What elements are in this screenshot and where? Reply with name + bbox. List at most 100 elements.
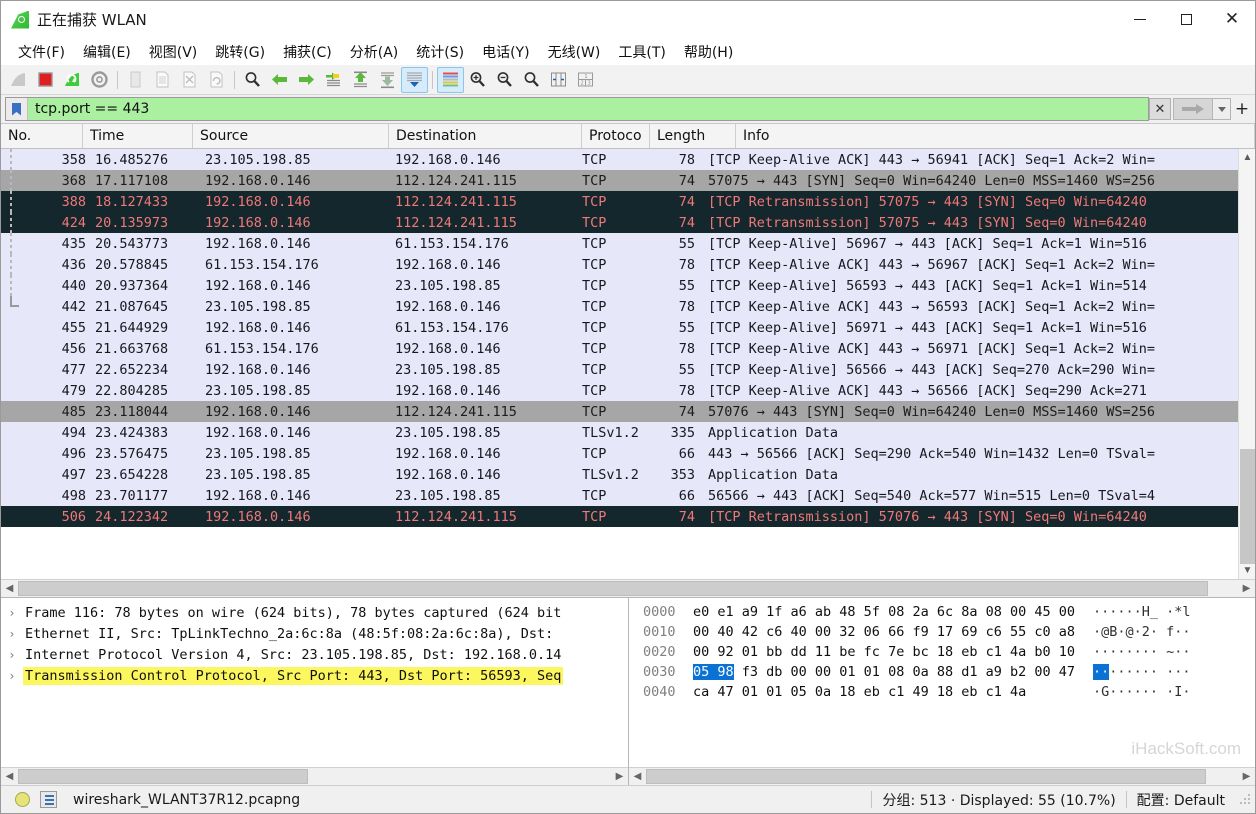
expander-chevron-icon[interactable]: › [1,648,23,662]
menu-go[interactable]: 跳转(G) [206,39,274,65]
colorize-packet-list-icon[interactable] [437,66,464,93]
expander-chevron-icon[interactable]: › [1,606,23,620]
add-filter-button[interactable]: + [1231,98,1253,120]
packet-list-vertical-scrollbar[interactable]: ▲ ▼ [1238,149,1255,579]
column-header-info[interactable]: Info [736,124,1255,148]
open-file-icon[interactable] [122,67,149,93]
menu-view[interactable]: 视图(V) [140,39,207,65]
horizontal-scroll-track[interactable] [18,580,1238,597]
packet-row[interactable]: 477 22.652234 192.168.0.146 23.105.198.85 TC… [1,359,1255,380]
close-file-icon[interactable] [176,67,203,93]
column-header-length[interactable]: Length [650,124,736,148]
menu-capture[interactable]: 捕获(C) [274,39,341,65]
clear-filter-button[interactable]: ✕ [1149,98,1171,120]
detail-scroll-left-arrow-icon[interactable]: ◀ [1,768,18,785]
menu-file[interactable]: 文件(F) [9,39,74,65]
packet-row[interactable]: 506 24.122342 192.168.0.146 112.124.241.115… [1,506,1255,527]
packet-row[interactable]: 358 16.485276 23.105.198.85 192.168.0.146 TC… [1,149,1255,170]
restart-capture-icon[interactable] [59,67,86,93]
hexdump-row[interactable]: 0010 00 40 42 c6 40 00 32 06 66 f9 17 69 … [629,622,1255,642]
packet-row[interactable]: 456 21.663768 61.153.154.176 192.168.0.146 T… [1,338,1255,359]
apply-filter-button[interactable] [1173,98,1213,120]
column-header-source[interactable]: Source [193,124,389,148]
bookmark-icon[interactable] [6,98,28,120]
scroll-down-arrow-icon[interactable]: ▼ [1239,562,1256,579]
column-header-time[interactable]: Time [83,124,193,148]
packet-bytes-hexdump[interactable]: 0000 e0 e1 a9 1f a6 ab 48 5f 08 2a 6c 8a … [629,598,1255,767]
expander-chevron-icon[interactable]: › [1,669,23,683]
bytes-scroll-left-arrow-icon[interactable]: ◀ [629,768,646,785]
reload-file-icon[interactable] [203,67,230,93]
capture-options-gear-icon[interactable] [86,67,113,93]
hexdump-row[interactable]: 0020 00 92 01 bb dd 11 be fc 7e bc 18 eb … [629,642,1255,662]
go-to-packet-icon[interactable] [320,67,347,93]
detail-scroll-right-arrow-icon[interactable]: ▶ [611,768,628,785]
column-header-no[interactable]: No. [1,124,83,148]
packet-row[interactable]: 442 21.087645 23.105.198.85 192.168.0.146 TC… [1,296,1255,317]
packet-row[interactable]: 498 23.701177 192.168.0.146 23.105.198.85 TC… [1,485,1255,506]
scroll-left-arrow-icon[interactable]: ◀ [1,580,18,597]
packet-row[interactable]: 496 23.576475 23.105.198.85 192.168.0.146 TC… [1,443,1255,464]
filter-dropdown-button[interactable] [1213,98,1231,120]
bytes-horizontal-scroll-track[interactable] [646,768,1238,785]
packet-row[interactable]: 479 22.804285 23.105.198.85 192.168.0.146 TC… [1,380,1255,401]
find-packet-magnifier-icon[interactable] [239,67,266,93]
resize-columns-icon[interactable] [545,67,572,93]
detail-tree-item[interactable]: › Frame 116: 78 bytes on wire (624 bits),… [1,602,628,623]
scroll-up-arrow-icon[interactable]: ▲ [1239,149,1256,166]
packet-row[interactable]: 368 17.117108 192.168.0.146 112.124.241.115… [1,170,1255,191]
detail-horizontal-scroll-track[interactable] [18,768,611,785]
start-capture-icon[interactable] [5,67,32,93]
bytes-horizontal-scrollbar[interactable]: ◀ ▶ [629,767,1255,785]
packet-row[interactable]: 388 18.127433 192.168.0.146 112.124.241.115… [1,191,1255,212]
packet-row[interactable]: 435 20.543773 192.168.0.146 61.153.154.176 T… [1,233,1255,254]
packet-row[interactable]: 494 23.424383 192.168.0.146 23.105.198.85 TL… [1,422,1255,443]
packet-detail-tree[interactable]: › Frame 116: 78 bytes on wire (624 bits),… [1,598,628,767]
expander-chevron-icon[interactable]: › [1,627,23,641]
zoom-reset-icon[interactable] [518,67,545,93]
menu-telephony[interactable]: 电话(Y) [473,39,538,65]
capture-comment-icon[interactable] [40,791,57,808]
packet-row[interactable]: 497 23.654228 23.105.198.85 192.168.0.146 TL… [1,464,1255,485]
maximize-button[interactable] [1163,1,1209,38]
layout-icon[interactable]: 1 2 3 [572,67,599,93]
bytes-horizontal-scroll-thumb[interactable] [646,769,1206,784]
horizontal-scroll-thumb[interactable] [18,581,1208,596]
expert-info-bulb-icon[interactable] [15,792,30,807]
packet-list-rows[interactable]: 358 16.485276 23.105.198.85 192.168.0.146 TC… [1,149,1255,579]
bytes-scroll-right-arrow-icon[interactable]: ▶ [1238,768,1255,785]
display-filter-input[interactable] [28,98,1148,120]
menu-analyze[interactable]: 分析(A) [341,39,408,65]
column-header-protocol[interactable]: Protoco [582,124,650,148]
hexdump-row[interactable]: 0030 05 98 f3 db 00 00 01 01 08 0a 88 d1 … [629,662,1255,682]
detail-tree-item[interactable]: › Internet Protocol Version 4, Src: 23.10… [1,644,628,665]
detail-horizontal-scrollbar[interactable]: ◀ ▶ [1,767,628,785]
menu-statistics[interactable]: 统计(S) [407,39,473,65]
hexdump-row[interactable]: 0000 e0 e1 a9 1f a6 ab 48 5f 08 2a 6c 8a … [629,602,1255,622]
go-to-first-packet-icon[interactable] [347,67,374,93]
close-button[interactable]: ✕ [1209,1,1255,38]
menu-wireless[interactable]: 无线(W) [539,39,610,65]
vertical-scroll-thumb[interactable] [1240,449,1255,564]
menu-help[interactable]: 帮助(H) [675,39,742,65]
hexdump-row[interactable]: 0040 ca 47 01 01 05 0a 18 eb c1 49 18 eb … [629,682,1255,702]
auto-scroll-live-capture-icon[interactable] [401,66,428,93]
stop-capture-icon[interactable] [32,67,59,93]
packet-list-horizontal-scrollbar[interactable]: ◀ ▶ [1,579,1255,597]
packet-row[interactable]: 440 20.937364 192.168.0.146 23.105.198.85 TC… [1,275,1255,296]
packet-row[interactable]: 485 23.118044 192.168.0.146 112.124.241.115… [1,401,1255,422]
packet-row[interactable]: 455 21.644929 192.168.0.146 61.153.154.176 T… [1,317,1255,338]
packet-row[interactable]: 436 20.578845 61.153.154.176 192.168.0.146 T… [1,254,1255,275]
menu-tools[interactable]: 工具(T) [609,39,674,65]
column-header-destination[interactable]: Destination [389,124,582,148]
zoom-out-icon[interactable] [491,67,518,93]
scroll-right-arrow-icon[interactable]: ▶ [1238,580,1255,597]
detail-horizontal-scroll-thumb[interactable] [18,769,308,784]
resize-grip-icon[interactable] [1239,793,1251,806]
detail-tree-item[interactable]: › Transmission Control Protocol, Src Port… [1,665,628,686]
save-file-icon[interactable] [149,67,176,93]
minimize-button[interactable] [1117,1,1163,38]
zoom-in-icon[interactable] [464,67,491,93]
go-back-arrow-icon[interactable] [266,67,293,93]
go-to-last-packet-icon[interactable] [374,67,401,93]
